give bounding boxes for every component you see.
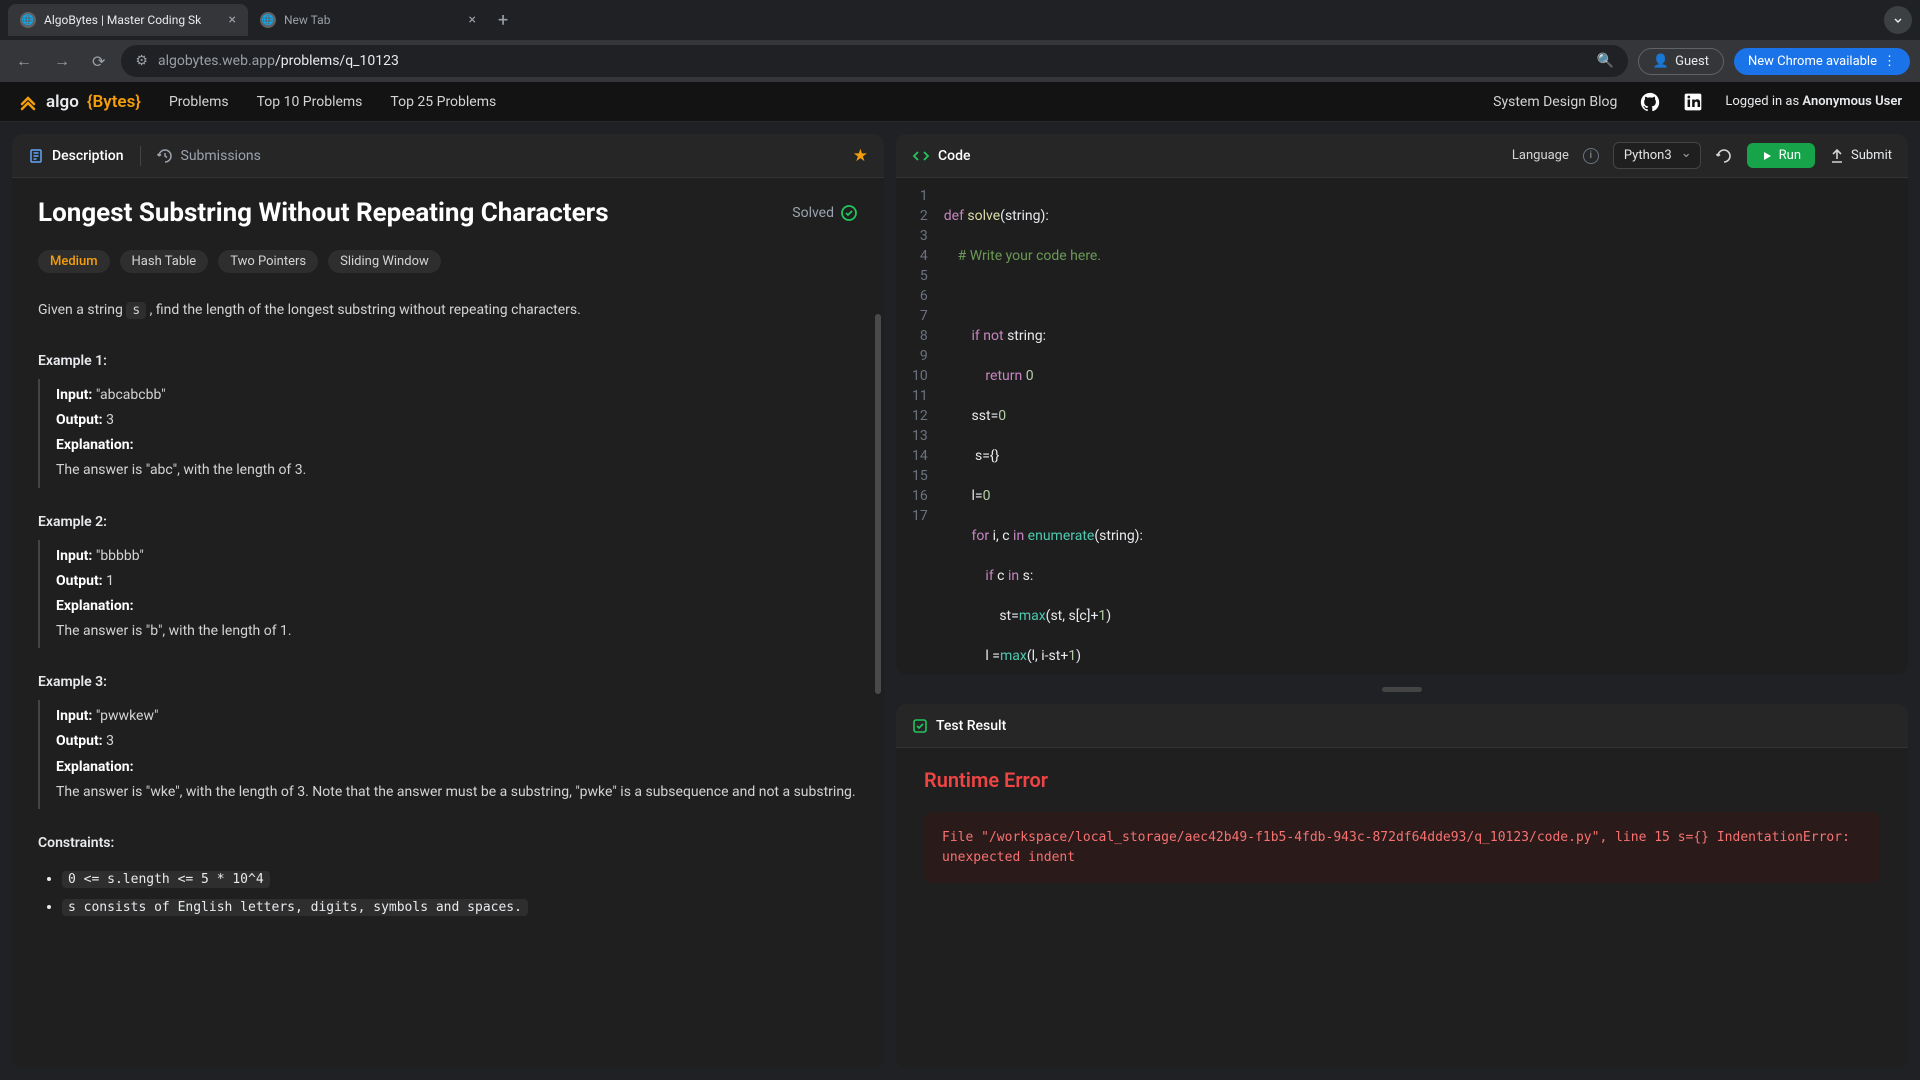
linkedin-icon[interactable]: [1683, 92, 1703, 112]
info-icon[interactable]: i: [1583, 148, 1599, 164]
zoom-icon[interactable]: 🔍: [1596, 53, 1613, 69]
url-input[interactable]: ⚙ algobytes.web.app/problems/q_10123 🔍: [121, 45, 1628, 77]
line-gutter: 1234567891011121314151617: [896, 186, 944, 666]
scrollbar[interactable]: [875, 314, 881, 694]
history-icon: [157, 148, 173, 164]
star-icon[interactable]: ★: [853, 146, 868, 166]
app-header: algo {Bytes} Problems Top 10 Problems To…: [0, 82, 1920, 122]
globe-icon: 🌐: [260, 12, 276, 28]
close-icon[interactable]: ×: [469, 12, 476, 28]
code-content[interactable]: def solve(string): # Write your code her…: [944, 186, 1908, 666]
submit-button[interactable]: Submit: [1829, 148, 1892, 164]
header-right: System Design Blog Logged in as Anonymou…: [1493, 91, 1902, 113]
topic-tag[interactable]: Sliding Window: [328, 250, 441, 273]
nav-top25[interactable]: Top 25 Problems: [390, 94, 496, 110]
nav-problems[interactable]: Problems: [169, 94, 229, 110]
tab-code[interactable]: Code: [912, 147, 970, 165]
globe-icon: 🌐: [20, 12, 36, 28]
guest-profile-button[interactable]: 👤 Guest: [1638, 48, 1724, 75]
play-icon: [1761, 150, 1773, 162]
run-button[interactable]: Run: [1747, 143, 1815, 168]
error-message: File "/workspace/local_storage/aec42b49-…: [924, 812, 1880, 883]
github-icon[interactable]: [1639, 91, 1661, 113]
logged-in-status: Logged in as Anonymous User: [1725, 94, 1902, 109]
site-settings-icon[interactable]: ⚙: [135, 53, 148, 69]
language-select[interactable]: Python3: [1613, 142, 1701, 169]
check-square-icon: [912, 718, 928, 734]
tab-title: New Tab: [284, 13, 461, 27]
constraints-heading: Constraints:: [38, 835, 858, 851]
tab-description[interactable]: Description: [28, 148, 124, 164]
new-tab-button[interactable]: +: [488, 6, 518, 35]
more-icon: ⋮: [1883, 54, 1896, 69]
logo-icon: [18, 92, 38, 112]
forward-button[interactable]: →: [48, 47, 76, 75]
back-button[interactable]: ←: [10, 47, 38, 75]
browser-tab-active[interactable]: 🌐 AlgoBytes | Master Coding Sk ×: [8, 4, 248, 36]
constraints-list: 0 <= s.length <= 5 * 10^4 s consists of …: [38, 865, 858, 921]
tab-submissions[interactable]: Submissions: [157, 148, 261, 164]
tab-strip: 🌐 AlgoBytes | Master Coding Sk × 🌐 New T…: [0, 0, 1920, 40]
chrome-update-button[interactable]: New Chrome available ⋮: [1734, 48, 1910, 75]
reload-button[interactable]: ⟳: [86, 48, 111, 75]
result-body: Runtime Error File "/workspace/local_sto…: [896, 748, 1908, 903]
right-column: Code Language i Python3 Run: [896, 134, 1908, 1068]
description-panel-header: Description Submissions ★: [12, 134, 884, 178]
logo[interactable]: algo {Bytes}: [18, 92, 141, 112]
main-layout: Description Submissions ★ Longest Substr…: [0, 122, 1920, 1080]
reset-icon[interactable]: [1715, 147, 1733, 165]
solved-badge: Solved: [792, 204, 858, 222]
problem-title: Longest Substring Without Repeating Char…: [38, 198, 609, 228]
tab-test-result[interactable]: Test Result: [912, 718, 1006, 734]
problem-description: Given a string s , find the length of th…: [38, 299, 858, 323]
nav-blog[interactable]: System Design Blog: [1493, 94, 1617, 110]
nav-top10[interactable]: Top 10 Problems: [257, 94, 363, 110]
browser-chrome: 🌐 AlgoBytes | Master Coding Sk × 🌐 New T…: [0, 0, 1920, 82]
language-label: Language: [1512, 148, 1569, 163]
browser-tab-inactive[interactable]: 🌐 New Tab ×: [248, 4, 488, 36]
tags-row: Medium Hash Table Two Pointers Sliding W…: [38, 250, 858, 273]
example-2: Example 2: Input: "bbbbb" Output: 1 Expl…: [38, 514, 858, 649]
topic-tag[interactable]: Two Pointers: [218, 250, 318, 273]
description-body: Longest Substring Without Repeating Char…: [12, 178, 884, 1068]
minimize-icon[interactable]: [1884, 6, 1912, 34]
code-editor[interactable]: 1234567891011121314151617 def solve(stri…: [896, 178, 1908, 674]
difficulty-tag: Medium: [38, 250, 110, 273]
tab-title: AlgoBytes | Master Coding Sk: [44, 13, 221, 27]
panel-resize-handle[interactable]: [896, 684, 1908, 694]
code-panel-header: Code Language i Python3 Run: [896, 134, 1908, 178]
divider: [140, 146, 141, 166]
document-icon: [28, 148, 44, 164]
result-panel-header: Test Result: [896, 704, 1908, 748]
example-1: Example 1: Input: "abcabcbb" Output: 3 E…: [38, 353, 858, 488]
topic-tag[interactable]: Hash Table: [120, 250, 209, 273]
result-panel: Test Result Runtime Error File "/workspa…: [896, 704, 1908, 1068]
url-text: algobytes.web.app/problems/q_10123: [158, 53, 399, 69]
window-controls: [1884, 6, 1912, 34]
check-circle-icon: [840, 204, 858, 222]
address-bar: ← → ⟳ ⚙ algobytes.web.app/problems/q_101…: [0, 40, 1920, 82]
code-panel: Code Language i Python3 Run: [896, 134, 1908, 674]
close-icon[interactable]: ×: [229, 12, 236, 28]
description-panel: Description Submissions ★ Longest Substr…: [12, 134, 884, 1068]
example-3: Example 3: Input: "pwwkew" Output: 3 Exp…: [38, 674, 858, 809]
person-icon: 👤: [1653, 54, 1669, 69]
error-title: Runtime Error: [924, 768, 1880, 792]
code-icon: [912, 147, 930, 165]
upload-icon: [1829, 148, 1845, 164]
